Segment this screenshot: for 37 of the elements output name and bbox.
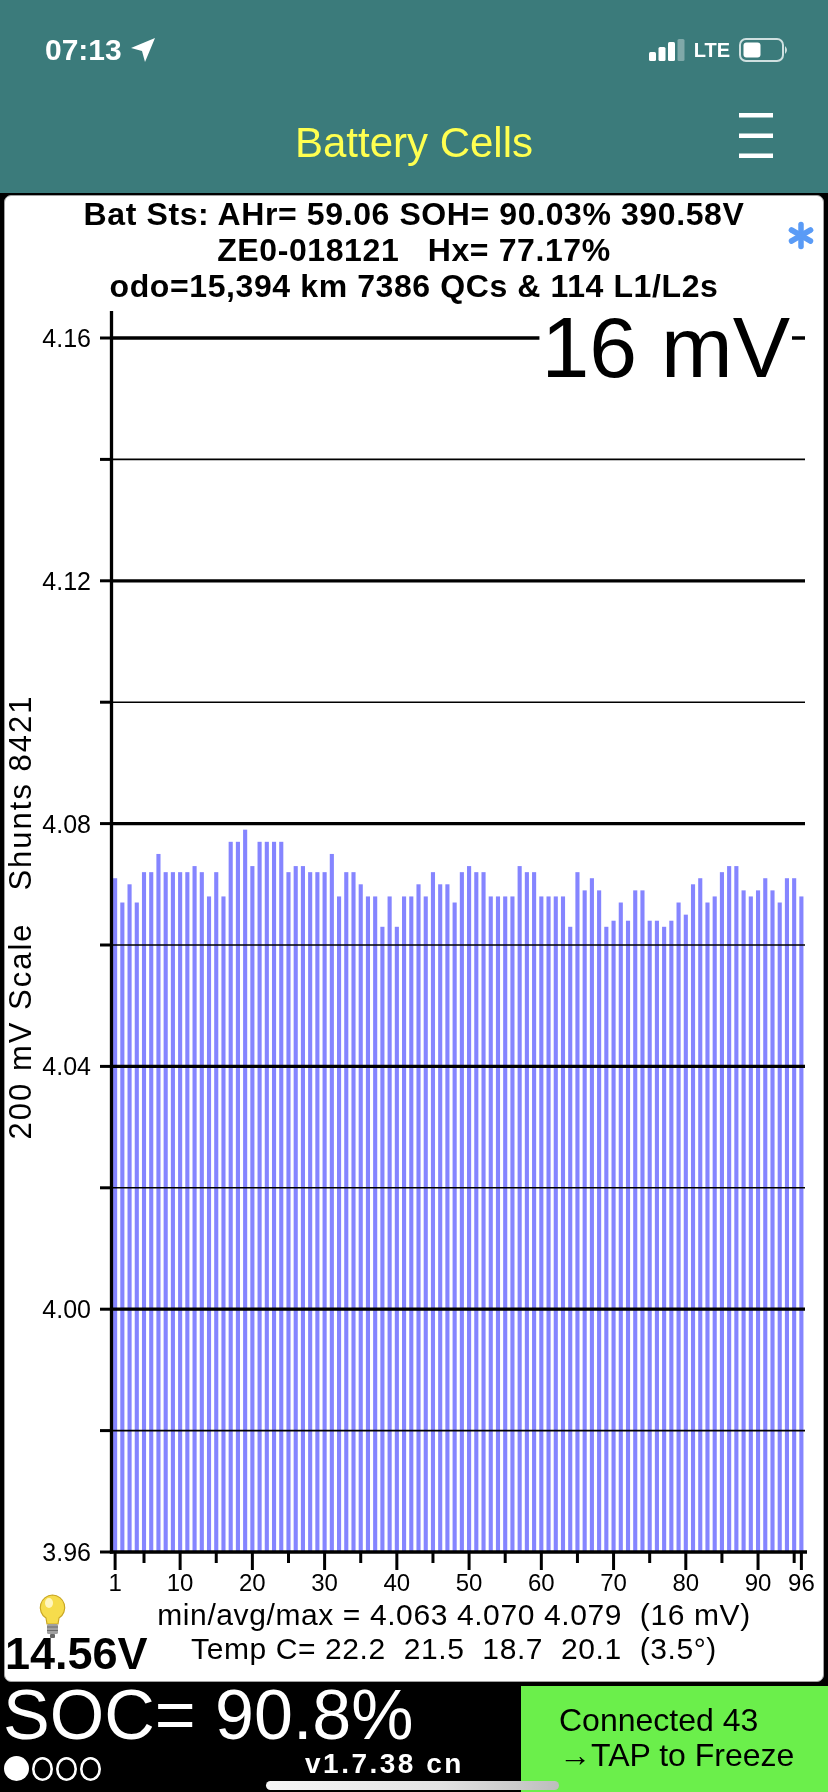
x-axis-tick-label: 40 [383, 1569, 411, 1596]
battery-status-line: ZE0-018121 Hx= 77.17% [217, 232, 611, 268]
asterisk-icon [788, 221, 814, 250]
y-axis-tick-label: 4.12 [42, 566, 91, 595]
x-axis-tick-label: 10 [166, 1569, 194, 1596]
min-avg-max-readout: min/avg/max = 4.063 4.070 4.079 (16 mV) [157, 1598, 751, 1632]
version-label: v1.7.38 cn [305, 1749, 464, 1779]
x-axis-tick-label: 30 [311, 1569, 338, 1596]
x-axis-tick-label: 80 [672, 1569, 700, 1596]
location-arrow-icon [130, 38, 155, 62]
aux-battery-voltage: 14.56V [5, 1634, 148, 1674]
x-axis-tick-label: 60 [527, 1569, 555, 1596]
menu-icon[interactable] [739, 113, 773, 158]
y-axis-tick-label: 3.96 [42, 1538, 91, 1566]
x-axis-tick-label: 50 [455, 1569, 483, 1596]
temperature-readout: Temp C= 22.2 21.5 18.7 20.1 (3.5°) [191, 1632, 717, 1666]
status-time: 07:13 [45, 35, 122, 65]
signal-bars-icon [648, 39, 685, 61]
battery-icon [739, 38, 789, 62]
x-axis-tick-label: 20 [239, 1569, 266, 1596]
x-axis-tick-label: 96 [788, 1569, 815, 1596]
y-axis-tick-label: 4.08 [42, 809, 91, 838]
y-axis-tick-label: 4.00 [42, 1295, 91, 1324]
soc-readout: SOC= 90.8% [3, 1682, 415, 1748]
x-axis-tick-label: 1 [108, 1569, 122, 1596]
battery-status-line: odo=15,394 km 7386 QCs & 114 L1/L2s [109, 268, 719, 304]
y-axis-title: 200 mV Scale Shunts 8421 [5, 694, 38, 1140]
x-axis-tick-label: 70 [600, 1569, 627, 1596]
network-type: LTE [693, 40, 730, 60]
y-axis-tick-label: 4.16 [42, 324, 91, 352]
y-axis-tick-label: 4.04 [42, 1052, 91, 1081]
screen-title: Battery Cells [294, 121, 534, 168]
battery-status-line: Bat Sts: AHr= 59.06 SOH= 90.03% 390.58V [83, 196, 745, 232]
x-axis-tick-label: 90 [744, 1569, 772, 1596]
spread-reading: 16 mV [541, 304, 790, 395]
light-bulb-icon [37, 1594, 68, 1638]
freeze-button[interactable]: Connected 43 →TAP to Freeze [521, 1686, 828, 1792]
